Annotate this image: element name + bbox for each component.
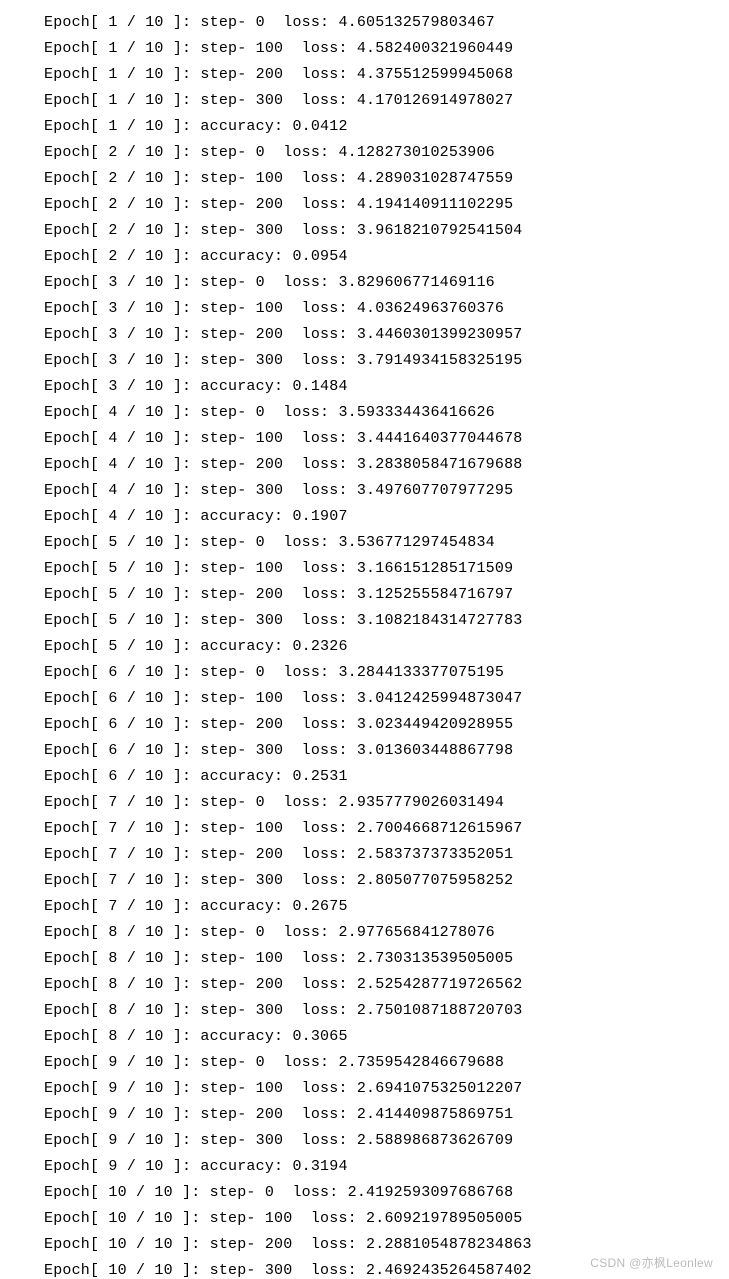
log-step-line: Epoch[ 4 / 10 ]: step- 0 loss: 3.5933344… <box>44 400 729 426</box>
log-step-line: Epoch[ 8 / 10 ]: step- 200 loss: 2.52542… <box>44 972 729 998</box>
watermark-text: CSDN @亦枫Leonlew <box>590 1254 713 1271</box>
log-step-line: Epoch[ 9 / 10 ]: step- 200 loss: 2.41440… <box>44 1102 729 1128</box>
log-accuracy-line: Epoch[ 5 / 10 ]: accuracy: 0.2326 <box>44 634 729 660</box>
log-step-line: Epoch[ 1 / 10 ]: step- 200 loss: 4.37551… <box>44 62 729 88</box>
log-accuracy-line: Epoch[ 6 / 10 ]: accuracy: 0.2531 <box>44 764 729 790</box>
log-step-line: Epoch[ 3 / 10 ]: step- 200 loss: 3.44603… <box>44 322 729 348</box>
log-accuracy-line: Epoch[ 2 / 10 ]: accuracy: 0.0954 <box>44 244 729 270</box>
log-step-line: Epoch[ 4 / 10 ]: step- 300 loss: 3.49760… <box>44 478 729 504</box>
log-step-line: Epoch[ 7 / 10 ]: step- 0 loss: 2.9357779… <box>44 790 729 816</box>
log-step-line: Epoch[ 10 / 10 ]: step- 100 loss: 2.6092… <box>44 1206 729 1232</box>
log-step-line: Epoch[ 5 / 10 ]: step- 300 loss: 3.10821… <box>44 608 729 634</box>
log-step-line: Epoch[ 5 / 10 ]: step- 100 loss: 3.16615… <box>44 556 729 582</box>
log-step-line: Epoch[ 9 / 10 ]: step- 300 loss: 2.58898… <box>44 1128 729 1154</box>
log-accuracy-line: Epoch[ 8 / 10 ]: accuracy: 0.3065 <box>44 1024 729 1050</box>
log-step-line: Epoch[ 3 / 10 ]: step- 100 loss: 4.03624… <box>44 296 729 322</box>
log-step-line: Epoch[ 7 / 10 ]: step- 100 loss: 2.70046… <box>44 816 729 842</box>
log-step-line: Epoch[ 1 / 10 ]: step- 0 loss: 4.6051325… <box>44 10 729 36</box>
log-accuracy-line: Epoch[ 3 / 10 ]: accuracy: 0.1484 <box>44 374 729 400</box>
log-step-line: Epoch[ 8 / 10 ]: step- 0 loss: 2.9776568… <box>44 920 729 946</box>
log-step-line: Epoch[ 3 / 10 ]: step- 0 loss: 3.8296067… <box>44 270 729 296</box>
log-step-line: Epoch[ 4 / 10 ]: step- 100 loss: 3.44416… <box>44 426 729 452</box>
log-step-line: Epoch[ 2 / 10 ]: step- 100 loss: 4.28903… <box>44 166 729 192</box>
log-step-line: Epoch[ 8 / 10 ]: step- 300 loss: 2.75010… <box>44 998 729 1024</box>
log-step-line: Epoch[ 2 / 10 ]: step- 200 loss: 4.19414… <box>44 192 729 218</box>
log-step-line: Epoch[ 2 / 10 ]: step- 300 loss: 3.96182… <box>44 218 729 244</box>
log-step-line: Epoch[ 5 / 10 ]: step- 200 loss: 3.12525… <box>44 582 729 608</box>
log-step-line: Epoch[ 1 / 10 ]: step- 100 loss: 4.58240… <box>44 36 729 62</box>
log-step-line: Epoch[ 9 / 10 ]: step- 0 loss: 2.7359542… <box>44 1050 729 1076</box>
log-step-line: Epoch[ 7 / 10 ]: step- 200 loss: 2.58373… <box>44 842 729 868</box>
log-step-line: Epoch[ 5 / 10 ]: step- 0 loss: 3.5367712… <box>44 530 729 556</box>
log-step-line: Epoch[ 6 / 10 ]: step- 200 loss: 3.02344… <box>44 712 729 738</box>
log-accuracy-line: Epoch[ 9 / 10 ]: accuracy: 0.3194 <box>44 1154 729 1180</box>
log-step-line: Epoch[ 6 / 10 ]: step- 0 loss: 3.2844133… <box>44 660 729 686</box>
log-step-line: Epoch[ 9 / 10 ]: step- 100 loss: 2.69410… <box>44 1076 729 1102</box>
log-accuracy-line: Epoch[ 1 / 10 ]: accuracy: 0.0412 <box>44 114 729 140</box>
training-log-output: Epoch[ 1 / 10 ]: step- 0 loss: 4.6051325… <box>0 0 729 1279</box>
log-step-line: Epoch[ 8 / 10 ]: step- 100 loss: 2.73031… <box>44 946 729 972</box>
log-accuracy-line: Epoch[ 4 / 10 ]: accuracy: 0.1907 <box>44 504 729 530</box>
log-step-line: Epoch[ 7 / 10 ]: step- 300 loss: 2.80507… <box>44 868 729 894</box>
log-step-line: Epoch[ 10 / 10 ]: step- 0 loss: 2.419259… <box>44 1180 729 1206</box>
log-accuracy-line: Epoch[ 7 / 10 ]: accuracy: 0.2675 <box>44 894 729 920</box>
log-step-line: Epoch[ 6 / 10 ]: step- 100 loss: 3.04124… <box>44 686 729 712</box>
log-step-line: Epoch[ 1 / 10 ]: step- 300 loss: 4.17012… <box>44 88 729 114</box>
log-step-line: Epoch[ 3 / 10 ]: step- 300 loss: 3.79149… <box>44 348 729 374</box>
log-step-line: Epoch[ 6 / 10 ]: step- 300 loss: 3.01360… <box>44 738 729 764</box>
log-step-line: Epoch[ 4 / 10 ]: step- 200 loss: 3.28380… <box>44 452 729 478</box>
log-step-line: Epoch[ 2 / 10 ]: step- 0 loss: 4.1282730… <box>44 140 729 166</box>
